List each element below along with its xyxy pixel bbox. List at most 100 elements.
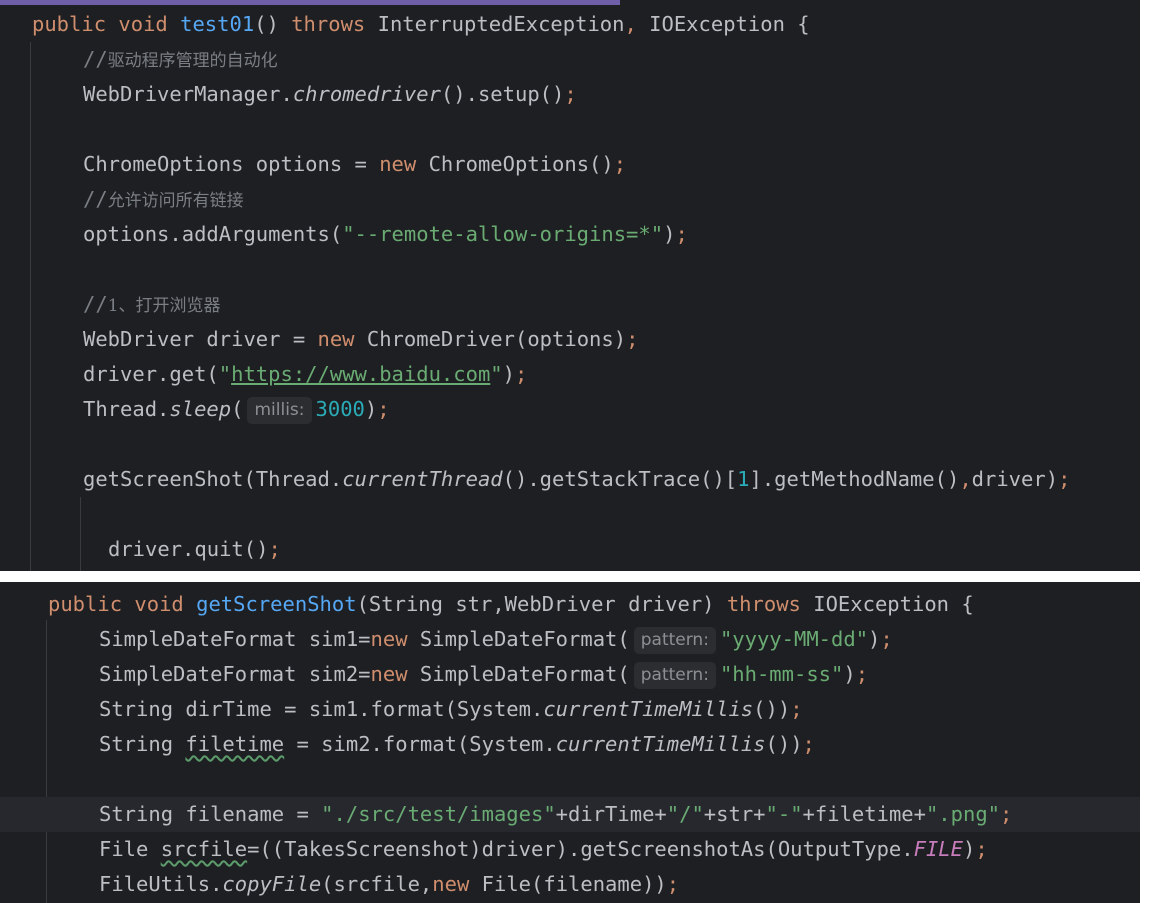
- code-token: ): [868, 627, 881, 651]
- code-token: ): [663, 222, 676, 246]
- comment: 1、打开浏览器: [107, 296, 221, 316]
- static-method: currentTimeMillis: [543, 697, 754, 721]
- code-token: driver.get(: [83, 362, 219, 386]
- code-token: String: [99, 732, 186, 756]
- keyword: void: [134, 592, 184, 616]
- code-token: ): [843, 662, 856, 686]
- code-line[interactable]: options.addArguments("--remote-allow-ori…: [0, 217, 1140, 252]
- code-line[interactable]: SimpleDateFormat sim2=new SimpleDateForm…: [0, 657, 1140, 692]
- code-token: (String str,WebDriver driver): [356, 592, 727, 616]
- variable-with-warning[interactable]: srcfile: [161, 837, 247, 861]
- punctuation: ;: [790, 697, 803, 721]
- code-token: = sim2.format(System.: [284, 732, 556, 756]
- punctuation: ;: [802, 732, 815, 756]
- punctuation: ;: [880, 627, 893, 651]
- string-literal: "/": [666, 802, 704, 826]
- punctuation: ;: [268, 537, 281, 561]
- code-line[interactable]: String dirTime = sim1.format(System.curr…: [0, 692, 1140, 727]
- enum-constant: FILE: [913, 837, 963, 861]
- punctuation: ;: [1000, 802, 1013, 826]
- code-line[interactable]: Thread.sleep(millis: 3000);: [0, 392, 1140, 427]
- keyword: new: [370, 627, 408, 651]
- code-token: ): [364, 397, 378, 421]
- code-line[interactable]: WebDriverManager.chromedriver().setup();: [0, 77, 1140, 112]
- code-token: ChromeOptions options =: [83, 152, 380, 176]
- static-method: copyFile: [222, 872, 322, 896]
- keyword: public: [48, 592, 123, 616]
- punctuation: ;: [855, 662, 869, 686]
- code-line[interactable]: //1、打开浏览器: [0, 287, 1140, 322]
- string-literal: "-": [765, 802, 803, 826]
- static-method: currentTimeMillis: [555, 732, 766, 756]
- comment-marker: //: [83, 47, 108, 71]
- method-name: test01: [180, 12, 255, 36]
- code-token: SimpleDateFormat sim2=: [99, 662, 371, 686]
- code-token: File(filename)): [469, 872, 667, 896]
- code-line[interactable]: WebDriver driver = new ChromeDriver(opti…: [0, 322, 1140, 357]
- number-literal: 3000: [315, 397, 365, 421]
- code-token: ): [502, 362, 515, 386]
- comment: 驱动程序管理的自动化: [107, 51, 278, 71]
- punctuation: ,: [624, 12, 637, 36]
- tab-indicator-strip: [0, 0, 620, 5]
- code-line[interactable]: //驱动程序管理的自动化: [0, 42, 1140, 77]
- keyword: new: [370, 662, 408, 686]
- punctuation: ;: [975, 837, 988, 861]
- code-line[interactable]: SimpleDateFormat sim1=new SimpleDateForm…: [0, 622, 1140, 657]
- code-line[interactable]: driver.get("https://www.baidu.com");: [0, 357, 1140, 392]
- string-literal: "--remote-allow-origins=*": [342, 222, 664, 246]
- code-line[interactable]: ChromeOptions options = new ChromeOption…: [0, 147, 1140, 182]
- code-token: ): [962, 837, 976, 861]
- punctuation: ;: [666, 872, 680, 896]
- keyword: throws: [726, 592, 801, 616]
- code-editor-bottom-panel[interactable]: public void getScreenShot(String str,Web…: [0, 582, 1140, 903]
- punctuation: ;: [626, 327, 639, 351]
- comment-marker: //: [83, 292, 108, 316]
- punctuation: ;: [514, 362, 528, 386]
- code-line[interactable]: public void getScreenShot(String str,Web…: [0, 587, 1140, 622]
- code-token: +str+: [703, 802, 766, 826]
- code-token: options.addArguments(: [83, 222, 343, 246]
- parameter-hint: pattern:: [633, 627, 716, 654]
- method-name: getScreenShot: [196, 592, 357, 616]
- punctuation: ;: [613, 152, 627, 176]
- code-line[interactable]: FileUtils.copyFile(srcfile,new File(file…: [0, 867, 1140, 902]
- string-quote: ": [490, 362, 503, 386]
- code-line-current[interactable]: String filename = "./src/test/images"+di…: [0, 797, 1140, 832]
- code-token: InterruptedException: [365, 12, 625, 36]
- static-method: chromedriver: [292, 82, 441, 106]
- code-token: ().getStackTrace()[: [502, 467, 738, 491]
- keyword: public: [32, 12, 107, 36]
- code-token: SimpleDateFormat(: [407, 662, 630, 686]
- url-link[interactable]: https://www.baidu.com: [231, 362, 490, 386]
- code-token: WebDriverManager.: [83, 82, 293, 106]
- punctuation: ;: [1058, 467, 1071, 491]
- code-token: driver): [971, 467, 1059, 491]
- code-line[interactable]: //允许访问所有链接: [0, 182, 1140, 217]
- code-token: IOException {: [636, 12, 810, 36]
- parameter-hint: pattern:: [633, 662, 716, 689]
- code-editor-top-panel[interactable]: public void test01() throws InterruptedE…: [0, 0, 1140, 571]
- comment: 允许访问所有链接: [107, 191, 244, 211]
- keyword: new: [317, 327, 355, 351]
- punctuation: ;: [377, 397, 390, 421]
- punctuation: ,: [959, 467, 972, 491]
- code-token: IOException {: [800, 592, 974, 616]
- code-token: FileUtils.: [99, 872, 223, 896]
- variable-with-warning[interactable]: filetime: [185, 732, 284, 756]
- code-token: (srcfile,: [321, 872, 433, 896]
- code-line[interactable]: driver.quit();: [0, 532, 1140, 567]
- code-line[interactable]: File srcfile=((TakesScreenshot)driver).g…: [0, 832, 1140, 867]
- code-line[interactable]: public void test01() throws InterruptedE…: [0, 7, 1140, 42]
- string-literal: "hh-mm-ss": [719, 662, 844, 686]
- punctuation: ;: [564, 82, 577, 106]
- parameter-hint: millis:: [247, 397, 312, 424]
- comment-marker: //: [83, 187, 108, 211]
- code-token: ()): [765, 732, 803, 756]
- code-line[interactable]: getScreenShot(Thread.currentThread().get…: [0, 462, 1140, 497]
- string-quote: ": [218, 362, 232, 386]
- code-token: File: [99, 837, 161, 861]
- code-line[interactable]: String filetime = sim2.format(System.cur…: [0, 727, 1140, 762]
- keyword: new: [379, 152, 417, 176]
- code-token: (: [231, 397, 244, 421]
